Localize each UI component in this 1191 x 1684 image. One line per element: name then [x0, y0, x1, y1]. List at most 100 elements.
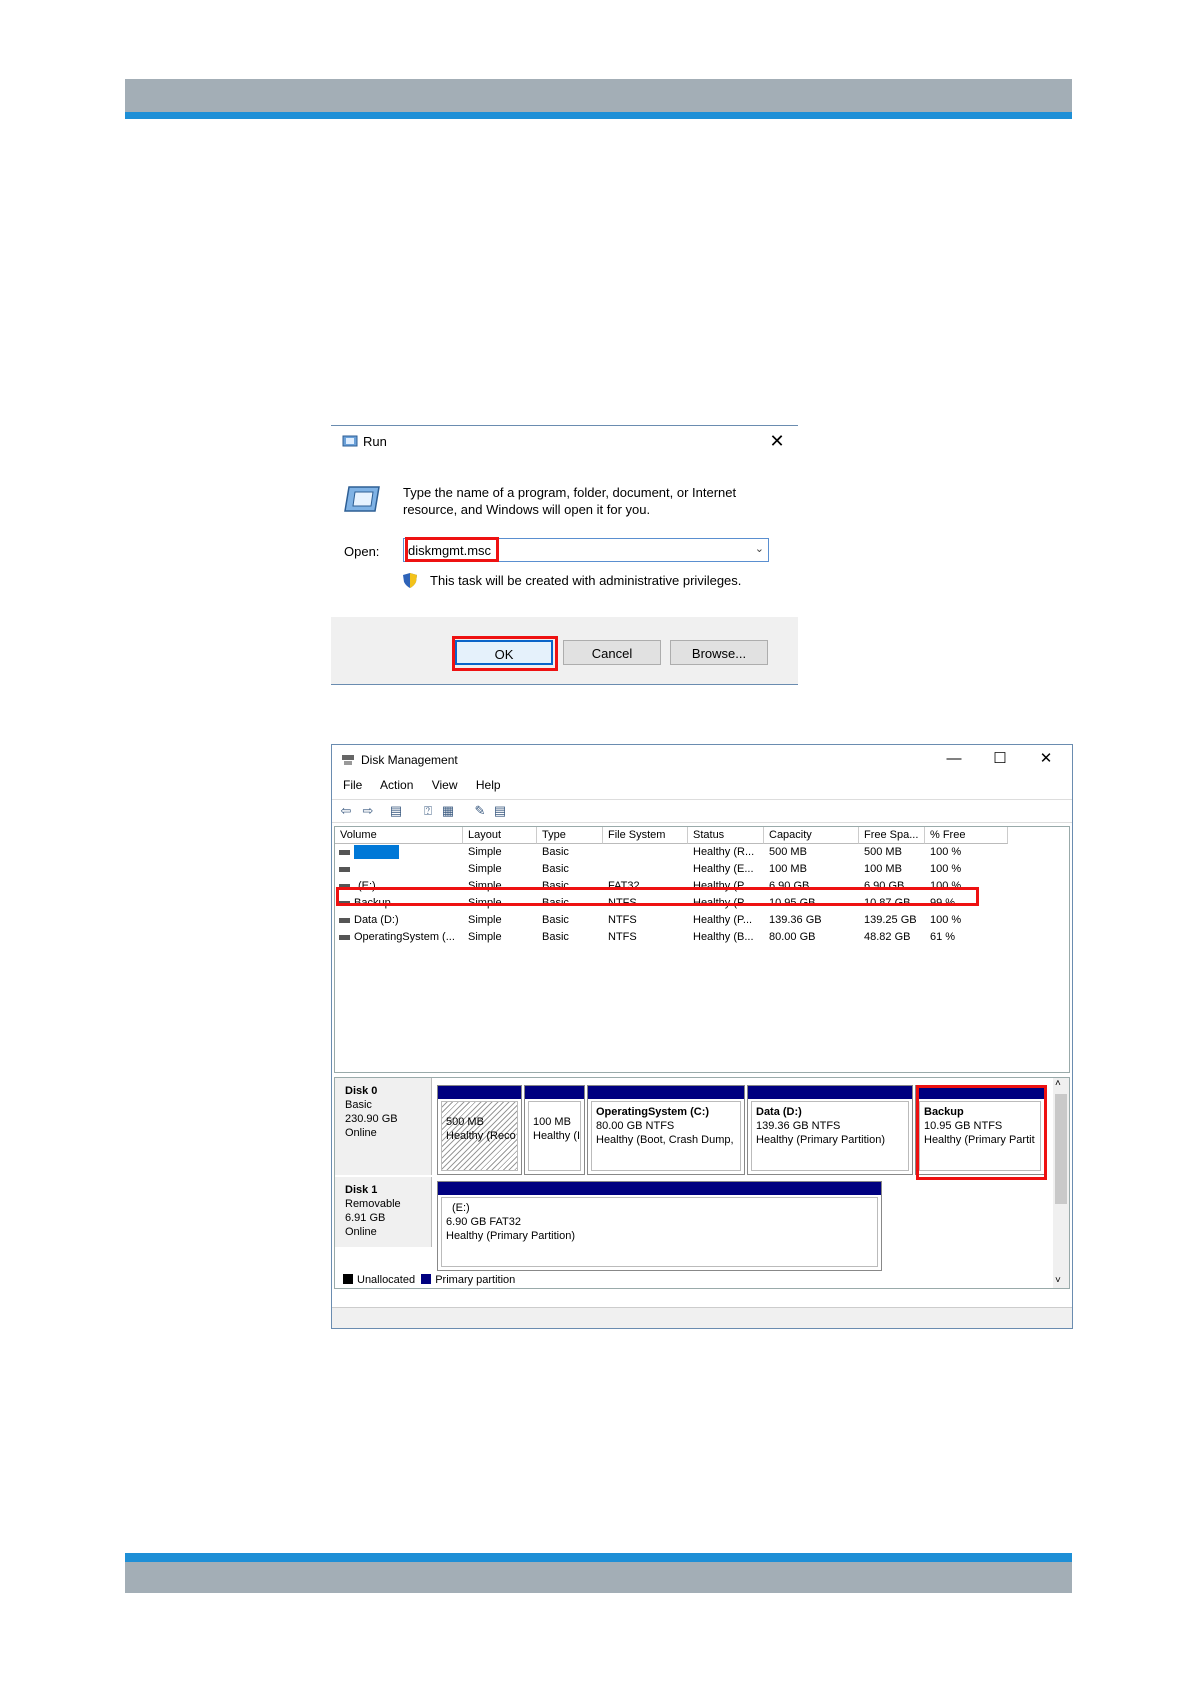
- partition-size: 80.00 GB NTFS: [596, 1120, 675, 1132]
- chevron-down-icon[interactable]: ⌄: [755, 542, 764, 555]
- disk-management-window: Disk Management — ☐ ✕ File Action View H…: [331, 744, 1073, 1329]
- admin-note: This task will be created with administr…: [430, 573, 742, 588]
- col-type[interactable]: Type: [537, 827, 603, 844]
- run-titlebar: Run: [331, 426, 798, 458]
- disk-name: Disk 1: [345, 1184, 378, 1196]
- open-label: Open:: [344, 544, 380, 559]
- partition-bar: [525, 1086, 584, 1099]
- cell-type: Basic: [542, 914, 569, 926]
- partition-body: 500 MB Healthy (Reco: [441, 1101, 518, 1171]
- cell-volume: Data (D:): [354, 914, 399, 926]
- partition-efi[interactable]: 100 MB Healthy (I: [524, 1085, 585, 1175]
- col-filesystem[interactable]: File System: [603, 827, 688, 844]
- console-tree-icon[interactable]: ▤: [388, 803, 404, 818]
- partition-title: [533, 1105, 576, 1115]
- list-icon[interactable]: ▤: [492, 803, 508, 818]
- maximize-icon[interactable]: ☐: [980, 749, 1020, 769]
- browse-button[interactable]: Browse...: [670, 640, 768, 665]
- cancel-button[interactable]: Cancel: [563, 640, 661, 665]
- disk-graph-view: Disk 0 Basic 230.90 GB Online 500 MB Hea…: [334, 1077, 1070, 1289]
- cell-capacity: 500 MB: [769, 846, 807, 858]
- partition-e[interactable]: (E:) 6.90 GB FAT32 Healthy (Primary Part…: [437, 1181, 882, 1271]
- properties-icon[interactable]: ▦: [440, 803, 456, 818]
- disk-kind: Basic: [345, 1099, 372, 1111]
- table-row[interactable]: Simple Basic Healthy (R... 500 MB 500 MB…: [335, 844, 1069, 860]
- partition-body: OperatingSystem (C:) 80.00 GB NTFS Healt…: [591, 1101, 741, 1171]
- volume-icon: [339, 867, 350, 872]
- legend-swatch-unallocated: [343, 1274, 353, 1284]
- col-free-space[interactable]: Free Spa...: [859, 827, 925, 844]
- partition-bar: [438, 1182, 881, 1195]
- disk-management-icon: [342, 755, 354, 765]
- close-icon[interactable]: ✕: [766, 429, 788, 453]
- help-icon[interactable]: ⍰: [420, 803, 436, 818]
- cell-layout: Simple: [468, 846, 502, 858]
- scroll-down-icon[interactable]: ˅: [1055, 1275, 1061, 1286]
- partition-status: Healthy (Reco: [446, 1130, 516, 1142]
- run-description: Type the name of a program, folder, docu…: [403, 485, 737, 517]
- partition-recovery[interactable]: 500 MB Healthy (Reco: [437, 1085, 522, 1175]
- graph-scrollbar[interactable]: ˄ ˅: [1053, 1078, 1069, 1288]
- col-layout[interactable]: Layout: [463, 827, 537, 844]
- close-icon[interactable]: ✕: [1026, 749, 1066, 769]
- cell-pct: 100 %: [930, 863, 962, 875]
- run-icon: [342, 435, 358, 447]
- col-status[interactable]: Status: [688, 827, 764, 844]
- dm-titlebar: Disk Management — ☐ ✕: [332, 745, 1072, 773]
- menu-help[interactable]: Help: [476, 778, 501, 792]
- run-footer: OK Cancel Browse...: [331, 617, 798, 684]
- disk-1-label[interactable]: Disk 1 Removable 6.91 GB Online: [335, 1177, 432, 1247]
- cell-free: 500 MB: [864, 846, 902, 858]
- partition-status: Healthy (Primary Partition): [756, 1134, 885, 1146]
- menu-file[interactable]: File: [343, 778, 362, 792]
- menu-bar: File Action View Help: [343, 778, 516, 794]
- highlight-backup-partition: [916, 1085, 1047, 1180]
- cell-layout: Simple: [468, 931, 502, 943]
- col-percent-free[interactable]: % Free: [925, 827, 1008, 844]
- partition-size: 139.36 GB NTFS: [756, 1120, 841, 1132]
- back-icon[interactable]: ⇦: [338, 803, 354, 818]
- minimize-icon[interactable]: —: [934, 749, 974, 769]
- shield-icon: [403, 573, 417, 588]
- partition-title: OperatingSystem (C:): [596, 1106, 710, 1118]
- partition-title: Data (D:): [756, 1106, 802, 1118]
- partition-bar: [438, 1086, 521, 1099]
- col-volume[interactable]: Volume: [335, 827, 463, 844]
- partition-status: Healthy (I: [533, 1130, 581, 1142]
- forward-icon[interactable]: ⇨: [360, 803, 376, 818]
- disk-name: Disk 0: [345, 1085, 378, 1097]
- scroll-thumb[interactable]: [1055, 1094, 1067, 1204]
- disk-0-label[interactable]: Disk 0 Basic 230.90 GB Online: [335, 1078, 432, 1175]
- page-header-bar: [125, 79, 1072, 119]
- cell-status: Healthy (R...: [693, 846, 755, 858]
- partition-bar: [588, 1086, 744, 1099]
- cell-pct: 100 %: [930, 846, 962, 858]
- menu-view[interactable]: View: [432, 778, 458, 792]
- cell-capacity: 100 MB: [769, 863, 807, 875]
- cell-layout: Simple: [468, 914, 502, 926]
- cell-fs: NTFS: [608, 914, 637, 926]
- highlight-open-value: [405, 537, 499, 562]
- partition-d[interactable]: Data (D:) 139.36 GB NTFS Healthy (Primar…: [747, 1085, 913, 1175]
- legend-primary: Primary partition: [435, 1274, 516, 1286]
- cell-layout: Simple: [468, 863, 502, 875]
- partition-status: Healthy (Boot, Crash Dump,: [596, 1134, 734, 1146]
- table-row[interactable]: OperatingSystem (... Simple Basic NTFS H…: [335, 929, 1069, 945]
- partition-body: 100 MB Healthy (I: [528, 1101, 581, 1171]
- partition-status: Healthy (Primary Partition): [446, 1230, 575, 1242]
- table-row[interactable]: Simple Basic Healthy (E... 100 MB 100 MB…: [335, 861, 1069, 877]
- selected-volume: [354, 845, 399, 859]
- menu-action[interactable]: Action: [380, 778, 413, 792]
- partition-c[interactable]: OperatingSystem (C:) 80.00 GB NTFS Healt…: [587, 1085, 745, 1175]
- run-dialog: Run ✕ Type the name of a program, folder…: [331, 425, 798, 685]
- volume-list: Volume Layout Type File System Status Ca…: [334, 826, 1070, 1073]
- volume-icon: [339, 918, 350, 923]
- cell-free: 48.82 GB: [864, 931, 911, 943]
- cell-type: Basic: [542, 931, 569, 943]
- connect-icon[interactable]: ✎: [472, 803, 488, 818]
- table-row[interactable]: Data (D:) Simple Basic NTFS Healthy (P..…: [335, 912, 1069, 928]
- scroll-up-icon[interactable]: ˄: [1055, 1078, 1061, 1089]
- col-capacity[interactable]: Capacity: [764, 827, 859, 844]
- cell-fs: NTFS: [608, 931, 637, 943]
- cell-status: Healthy (E...: [693, 863, 754, 875]
